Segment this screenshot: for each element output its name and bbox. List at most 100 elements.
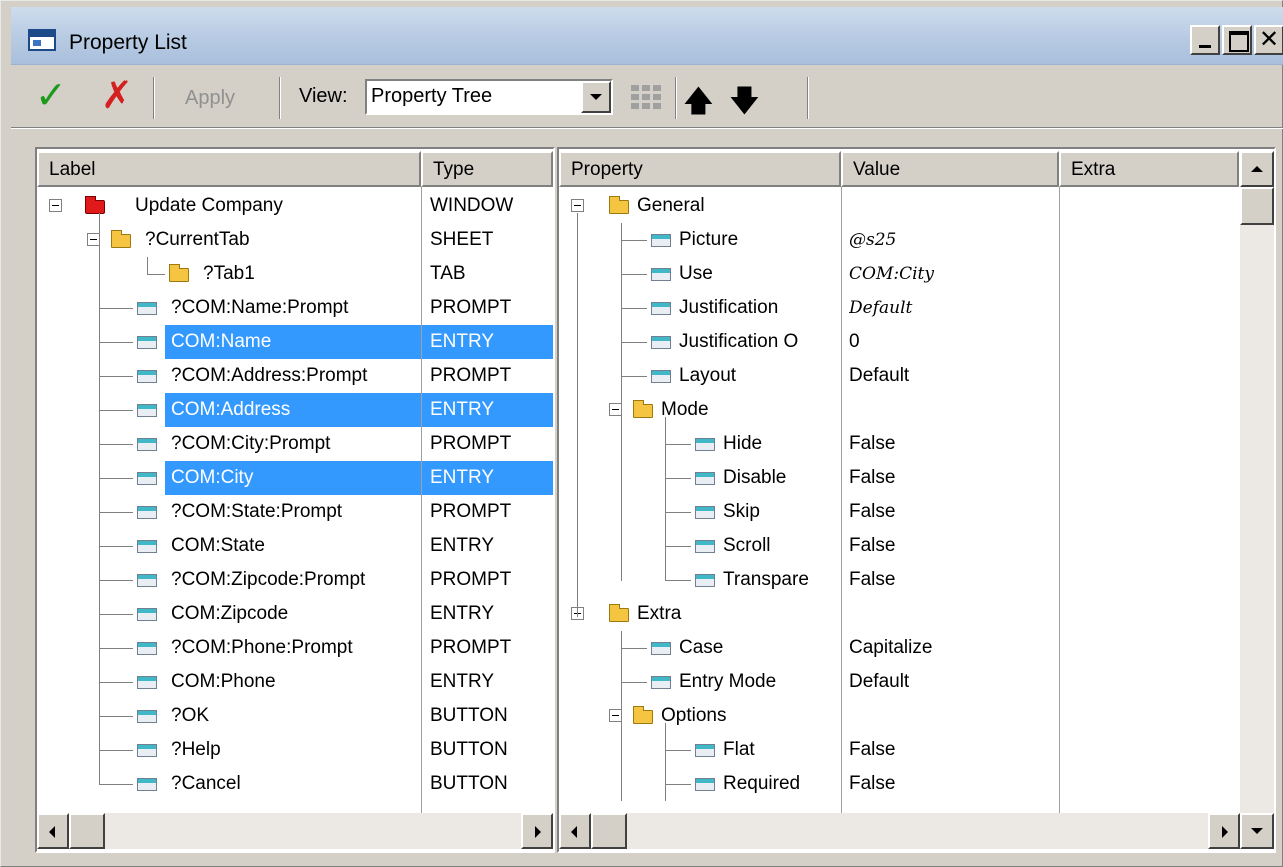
tree-row[interactable]: COM:Address ENTRY [37, 393, 553, 427]
tree-row[interactable]: ?OK BUTTON [37, 699, 553, 733]
tree-row[interactable]: ?COM:State:Prompt PROMPT [37, 495, 553, 529]
property-icon [695, 574, 715, 587]
property-row[interactable]: Entry Mode Default [559, 665, 1240, 699]
column-header-label[interactable]: Label [37, 151, 421, 187]
tree-row[interactable]: ?CurrentTab SHEET [37, 223, 553, 257]
tree-row[interactable]: COM:City ENTRY [37, 461, 553, 495]
control-icon [137, 370, 157, 383]
tree-row-type: ENTRY [430, 603, 495, 624]
property-row[interactable]: Flat False [559, 733, 1240, 767]
minimize-button[interactable] [1190, 25, 1220, 55]
tree-connector [577, 213, 578, 617]
tree-connector [99, 512, 133, 513]
close-button[interactable]: ✕ [1254, 25, 1283, 55]
property-row[interactable]: Required False [559, 767, 1240, 801]
property-row[interactable]: Case Capitalize [559, 631, 1240, 665]
property-row[interactable]: Extra [559, 597, 1240, 631]
title-bar[interactable]: Property List ✕ [11, 7, 1283, 65]
arrow-down-icon[interactable]: 🡇 [729, 79, 760, 130]
property-value: @s25 [849, 230, 897, 250]
scroll-left-button[interactable] [559, 813, 591, 849]
tree-connector [99, 478, 133, 479]
right-vertical-scrollbar[interactable] [1240, 151, 1274, 813]
property-value: COM:City [849, 264, 934, 284]
arrow-up-icon[interactable]: 🡅 [683, 79, 714, 130]
property-row[interactable]: Justification O 0 [559, 325, 1240, 359]
tree-row[interactable]: ?Help BUTTON [37, 733, 553, 767]
column-header-value[interactable]: Value [841, 151, 1059, 187]
tree-row[interactable]: COM:Name ENTRY [37, 325, 553, 359]
property-row[interactable]: Options [559, 699, 1240, 733]
property-name: Skip [723, 501, 760, 522]
toolbar-divider [11, 127, 1283, 129]
property-icon [695, 506, 715, 519]
tree-row[interactable]: ?COM:City:Prompt PROMPT [37, 427, 553, 461]
property-row[interactable]: Hide False [559, 427, 1240, 461]
tree-connector [665, 750, 691, 751]
property-icon [695, 744, 715, 757]
grid-icon[interactable] [631, 83, 667, 109]
tree-row[interactable]: ?COM:Zipcode:Prompt PROMPT [37, 563, 553, 597]
property-value [849, 393, 1057, 427]
cross-icon[interactable]: ✗ [101, 75, 133, 115]
maximize-button[interactable] [1222, 25, 1252, 55]
control-icon [137, 642, 157, 655]
property-row[interactable]: Scroll False [559, 529, 1240, 563]
column-header-property[interactable]: Property [559, 151, 841, 187]
view-select[interactable]: Property Tree [365, 79, 613, 115]
tree-connector [665, 580, 691, 581]
property-row[interactable]: Disable False [559, 461, 1240, 495]
property-row[interactable]: Use COM:City [559, 257, 1240, 291]
scroll-up-button[interactable] [1240, 151, 1274, 187]
property-value: False [849, 739, 896, 760]
check-icon[interactable]: ✓ [35, 75, 67, 115]
tree-row-type: PROMPT [430, 501, 512, 522]
column-header-extra[interactable]: Extra [1059, 151, 1239, 187]
apply-button[interactable]: Apply [185, 87, 235, 110]
scroll-thumb[interactable] [591, 813, 627, 849]
tree-row-label: ?COM:City:Prompt [171, 433, 331, 454]
property-value: False [849, 569, 896, 590]
control-icon [137, 404, 157, 417]
right-horizontal-scrollbar[interactable] [559, 813, 1240, 849]
chevron-down-icon[interactable] [581, 81, 611, 113]
scroll-right-button[interactable] [1208, 813, 1240, 849]
property-row[interactable]: General [559, 189, 1240, 223]
tree-connector [665, 723, 666, 801]
property-name: Extra [637, 603, 682, 624]
scroll-left-button[interactable] [37, 813, 69, 849]
tree-row-type: BUTTON [430, 739, 508, 760]
property-row[interactable]: Layout Default [559, 359, 1240, 393]
tree-row-type: PROMPT [430, 569, 512, 590]
scroll-thumb[interactable] [69, 813, 105, 849]
tree-row[interactable]: COM:Phone ENTRY [37, 665, 553, 699]
tree-row[interactable]: Update Company WINDOW [37, 189, 553, 223]
tree-row[interactable]: COM:Zipcode ENTRY [37, 597, 553, 631]
scroll-down-button[interactable] [1240, 813, 1274, 849]
scroll-right-button[interactable] [521, 813, 553, 849]
tree-row[interactable]: ?COM:Name:Prompt PROMPT [37, 291, 553, 325]
tree-connector [621, 223, 622, 581]
tree-connector [665, 444, 691, 445]
tree-row[interactable]: ?Tab1 TAB [37, 257, 553, 291]
property-row[interactable]: Skip False [559, 495, 1240, 529]
column-header-type[interactable]: Type [421, 151, 553, 187]
property-row[interactable]: Mode [559, 393, 1240, 427]
folder-icon [609, 196, 629, 214]
tree-connector [147, 257, 148, 275]
left-horizontal-scrollbar[interactable] [37, 813, 553, 849]
tree-row[interactable]: ?COM:Address:Prompt PROMPT [37, 359, 553, 393]
property-row[interactable]: Picture @s25 [559, 223, 1240, 257]
expand-collapse-icon[interactable] [571, 199, 584, 212]
tree-row[interactable]: ?Cancel BUTTON [37, 767, 553, 801]
tree-row-label: ?Help [171, 739, 221, 760]
vertical-scroll-thumb[interactable] [1240, 187, 1274, 225]
expand-collapse-icon[interactable] [49, 199, 62, 212]
property-row[interactable]: Transpare False [559, 563, 1240, 597]
tree-row-label: COM:Zipcode [171, 603, 289, 624]
tree-row[interactable]: ?COM:Phone:Prompt PROMPT [37, 631, 553, 665]
property-row[interactable]: Justification Default [559, 291, 1240, 325]
tree-row[interactable]: COM:State ENTRY [37, 529, 553, 563]
control-icon [137, 302, 157, 315]
property-value: 0 [849, 331, 860, 352]
